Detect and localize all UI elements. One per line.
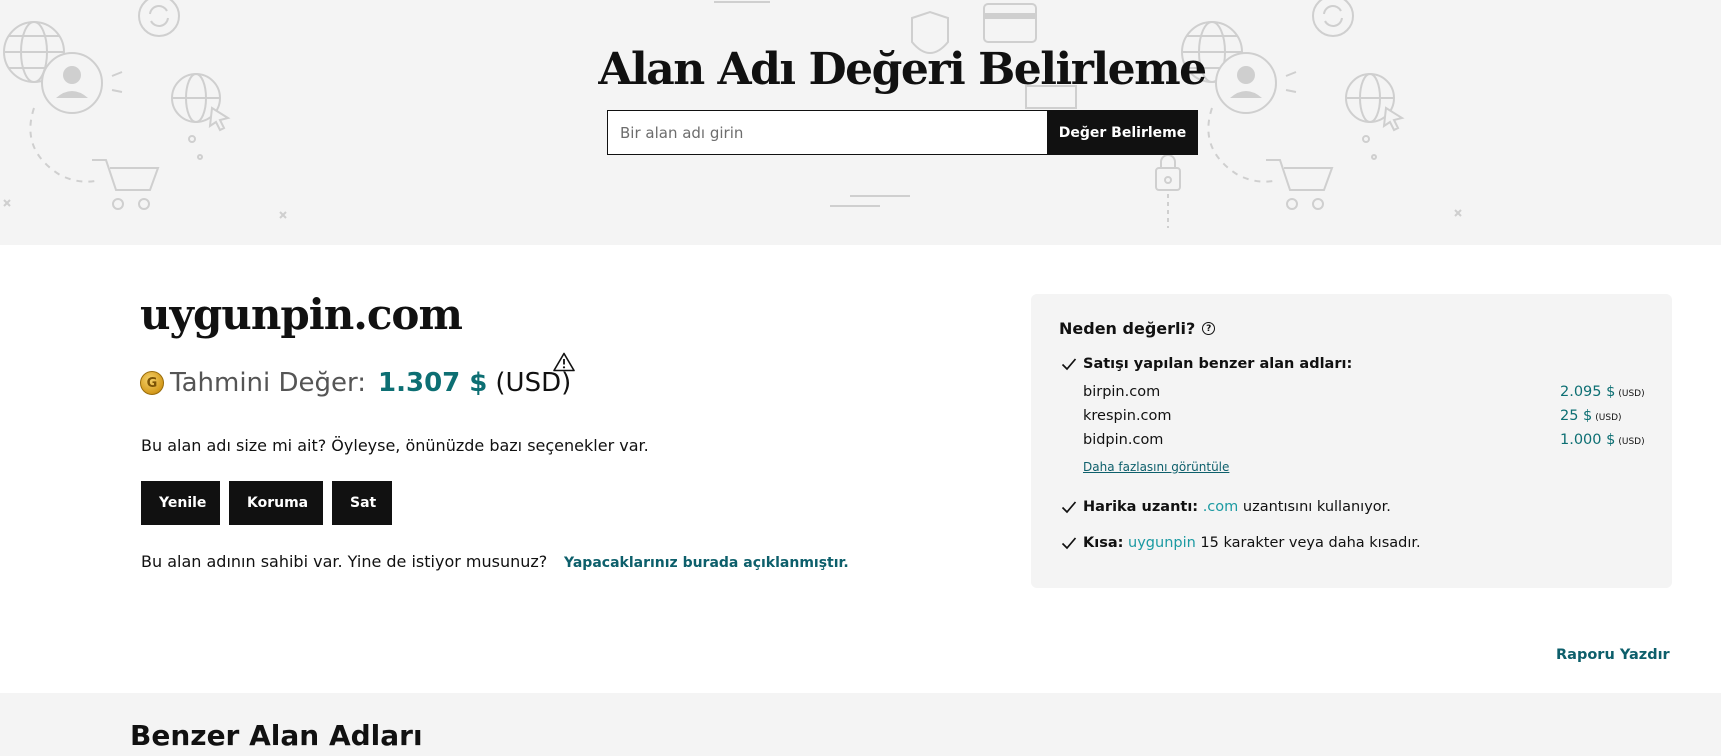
owner-actions: Yenile Koruma Sat: [141, 481, 392, 525]
length-reason: Kısa: uygunpin 15 karakter veya daha kıs…: [1083, 535, 1421, 551]
similar-sales-heading-text: Satışı yapılan benzer alan adları:: [1083, 356, 1353, 372]
extension-reason: Harika uzantı: .com uzantısını kullanıyo…: [1083, 499, 1391, 515]
similar-sales-heading: Satışı yapılan benzer alan adları:: [1083, 356, 1352, 372]
why-valuable-title-text: Neden değerli?: [1059, 319, 1196, 338]
sell-button[interactable]: Sat: [332, 481, 392, 525]
estimated-value-currency: (USD): [495, 368, 572, 398]
check-icon: [1061, 358, 1077, 371]
view-more-link[interactable]: Daha fazlasını görüntüle: [1083, 460, 1229, 474]
similar-domains-section: Benzer Alan Adları: [0, 693, 1721, 756]
similar-domain-price-value: 1.000 $: [1560, 432, 1616, 448]
page-title: Alan Adı Değeri Belirleme: [598, 44, 1207, 95]
ownership-question: Bu alan adı size mi ait? Öyleyse, önünüz…: [141, 436, 649, 455]
extension-text: uzantısını kullanıyor.: [1242, 499, 1391, 515]
similar-domain-name: krespin.com: [1083, 408, 1172, 424]
check-icon: [1061, 537, 1077, 550]
similar-domain-price-currency: (USD): [1618, 389, 1645, 399]
estimated-value-label: Tahmini Değer:: [170, 368, 367, 398]
similar-domain-price-currency: (USD): [1595, 413, 1622, 423]
extension-label: Harika uzantı:: [1083, 499, 1199, 515]
estimated-value-amount: 1.307 $: [378, 368, 488, 398]
why-valuable-panel: Neden değerli? ? Satışı yapılan benzer a…: [1031, 294, 1672, 588]
domain-search-form: Değer Belirleme: [607, 110, 1198, 155]
renew-button[interactable]: Yenile: [141, 481, 220, 525]
short-value: uygunpin: [1128, 535, 1196, 551]
domain-search-input[interactable]: [607, 110, 1047, 155]
check-icon: [1061, 501, 1077, 514]
warning-icon[interactable]: [553, 352, 575, 372]
estimated-value-row: G Tahmini Değer: 1.307 $ (USD): [140, 366, 571, 400]
similar-domain-name: birpin.com: [1083, 384, 1161, 400]
similar-domain-price: 2.095 $ (USD): [1560, 384, 1645, 400]
coin-icon: G: [140, 371, 164, 395]
short-label: Kısa:: [1083, 535, 1124, 551]
similar-domain-price: 1.000 $ (USD): [1560, 432, 1645, 448]
similar-domain-price-value: 2.095 $: [1560, 384, 1616, 400]
similar-domain-price: 25 $ (USD): [1560, 408, 1622, 424]
similar-domain-name: bidpin.com: [1083, 432, 1164, 448]
why-valuable-title: Neden değerli? ?: [1059, 319, 1216, 338]
similar-domains-heading: Benzer Alan Adları: [130, 719, 423, 752]
similar-domain-price-currency: (USD): [1618, 437, 1645, 447]
help-icon[interactable]: ?: [1202, 322, 1216, 335]
owned-notice: Bu alan adının sahibi var. Yine de istiy…: [141, 552, 548, 571]
hero-banner: Alan Adı Değeri Belirleme Değer Belirlem…: [0, 0, 1721, 245]
appraise-button[interactable]: Değer Belirleme: [1047, 110, 1198, 155]
extension-value: .com: [1202, 499, 1239, 515]
domain-name-heading: uygunpin.com: [140, 290, 463, 339]
what-to-do-link[interactable]: Yapacaklarınız burada açıklanmıştır.: [564, 555, 849, 571]
short-text: 15 karakter veya daha kısadır.: [1200, 535, 1421, 551]
similar-domain-price-value: 25 $: [1560, 408, 1593, 424]
print-report-link[interactable]: Raporu Yazdır: [1556, 647, 1670, 663]
protect-button[interactable]: Koruma: [229, 481, 323, 525]
